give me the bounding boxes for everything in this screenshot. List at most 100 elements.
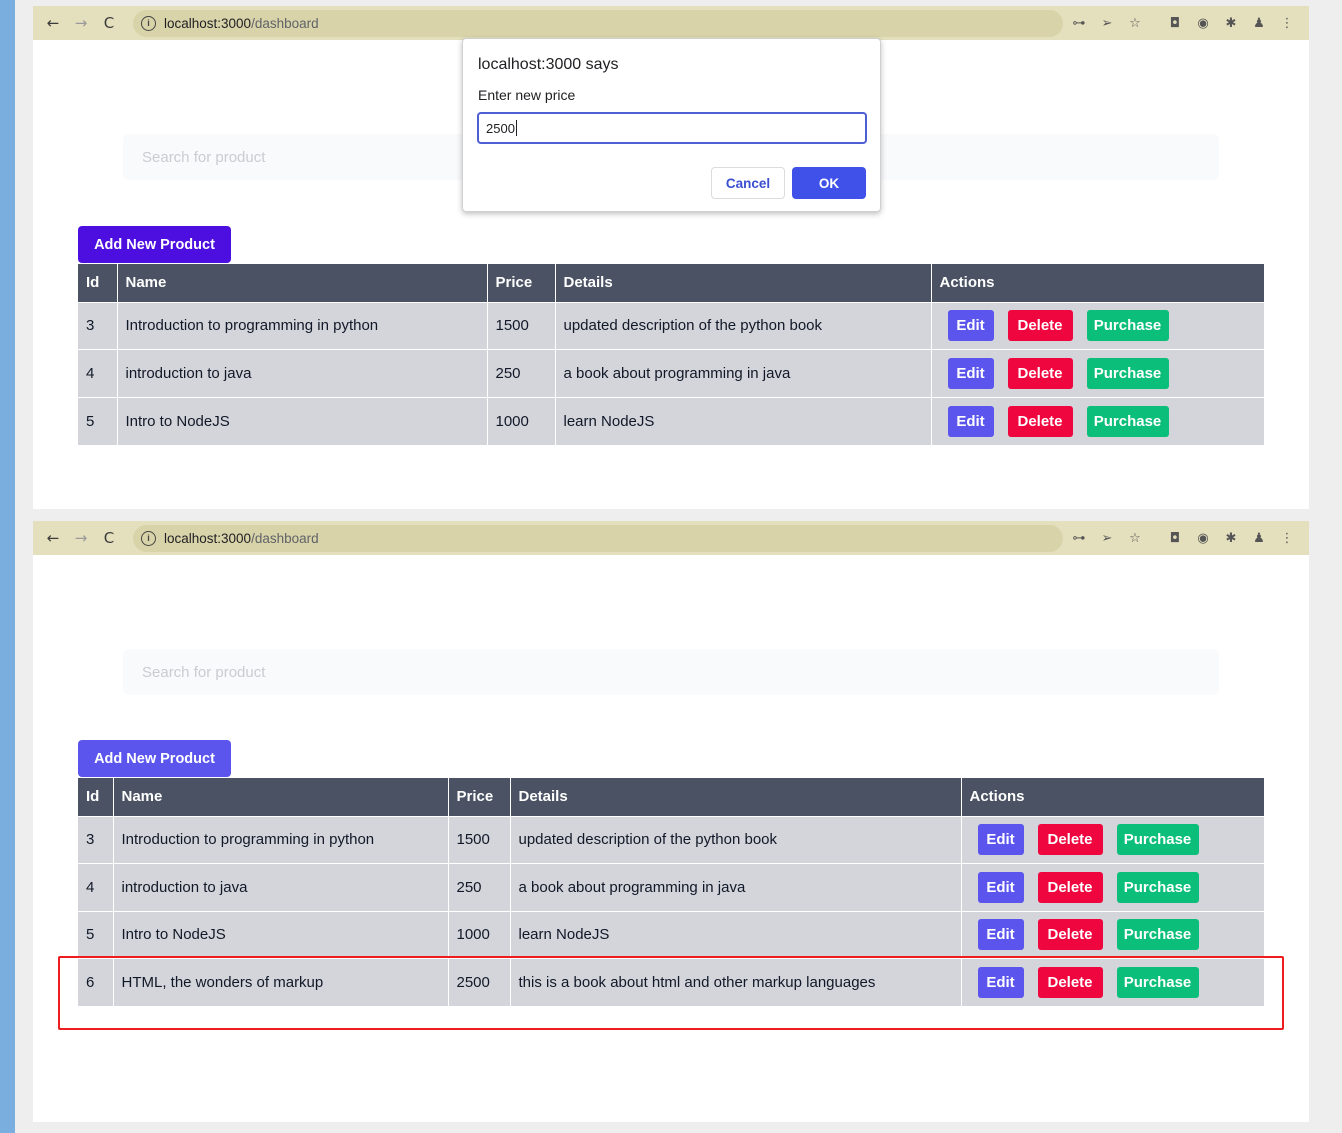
reload-icon[interactable]: C — [95, 524, 123, 552]
edit-button[interactable]: Edit — [977, 871, 1024, 903]
purchase-button[interactable]: Purchase — [1086, 310, 1169, 342]
screenshot-after: ← → C i localhost:3000/dashboard ⊶ ➢ ☆ ◘… — [33, 521, 1309, 1122]
extension-icon[interactable]: ◉ — [1191, 11, 1215, 35]
cell-details: learn NodeJS — [510, 910, 962, 959]
table-header-row: Id Name Price Details Actions — [78, 778, 1264, 816]
send-icon[interactable]: ➢ — [1095, 526, 1119, 550]
edit-button[interactable]: Edit — [947, 310, 994, 342]
profile-icon[interactable]: ♟ — [1247, 526, 1271, 550]
price-input[interactable]: 2500 — [477, 112, 867, 144]
edit-button[interactable]: Edit — [977, 967, 1024, 998]
edit-button[interactable]: Edit — [947, 405, 994, 437]
column-header-details: Details — [555, 264, 932, 302]
url-host: localhost:3000 — [164, 15, 252, 31]
purchase-button[interactable]: Purchase — [1116, 919, 1199, 951]
delete-button[interactable]: Delete — [1037, 871, 1103, 903]
cell-actions: Edit Delete Purchase — [931, 301, 1264, 350]
edit-button[interactable]: Edit — [977, 824, 1024, 856]
puzzle-icon[interactable]: ✱ — [1219, 11, 1243, 35]
reload-icon[interactable]: C — [95, 9, 123, 37]
puzzle-icon[interactable]: ✱ — [1219, 526, 1243, 550]
edit-button[interactable]: Edit — [947, 357, 994, 389]
cell-id: 5 — [78, 396, 118, 445]
products-table: Id Name Price Details Actions 3 Introduc… — [78, 264, 1264, 445]
cell-price: 250 — [448, 863, 511, 911]
cell-details: this is a book about html and other mark… — [510, 958, 962, 1006]
purchase-button[interactable]: Purchase — [1116, 871, 1199, 903]
cell-actions: Edit Delete Purchase — [931, 396, 1264, 445]
url-path: /dashboard — [251, 530, 319, 546]
delete-button[interactable]: Delete — [1037, 967, 1103, 998]
dialog-title: localhost:3000 says — [478, 56, 619, 73]
extension-icon[interactable]: ◉ — [1191, 526, 1215, 550]
delete-button[interactable]: Delete — [1037, 919, 1103, 951]
cell-actions: Edit Delete Purchase — [961, 958, 1264, 1006]
camera-icon[interactable]: ◘ — [1163, 11, 1187, 35]
cell-price: 1000 — [487, 396, 556, 445]
purchase-button[interactable]: Purchase — [1086, 357, 1169, 389]
search-input[interactable]: Search for product — [123, 649, 1219, 695]
edit-button[interactable]: Edit — [977, 919, 1024, 951]
table-row: 4 introduction to java 250 a book about … — [78, 863, 1264, 911]
add-new-product-button[interactable]: Add New Product — [78, 226, 231, 263]
column-header-price: Price — [487, 264, 556, 302]
star-icon[interactable]: ☆ — [1123, 526, 1147, 550]
add-new-product-button[interactable]: Add New Product — [78, 740, 231, 777]
cell-price: 1000 — [448, 910, 511, 959]
cell-name: Intro to NodeJS — [117, 396, 488, 445]
dialog-message: Enter new price — [478, 87, 576, 103]
info-icon[interactable]: i — [141, 15, 156, 31]
key-icon[interactable]: ⊶ — [1067, 11, 1091, 35]
cell-actions: Edit Delete Purchase — [961, 910, 1264, 959]
ok-button[interactable]: OK — [792, 167, 866, 199]
back-icon[interactable]: ← — [39, 524, 67, 552]
table-row: 3 Introduction to programming in python … — [78, 301, 1264, 350]
delete-button[interactable]: Delete — [1037, 824, 1103, 856]
cell-name: introduction to java — [117, 349, 488, 397]
prompt-dialog: localhost:3000 says Enter new price 2500… — [462, 38, 881, 212]
browser-toolbar: ← → C i localhost:3000/dashboard ⊶ ➢ ☆ ◘… — [33, 6, 1309, 40]
back-icon[interactable]: ← — [39, 9, 67, 37]
menu-icon[interactable]: ⋮ — [1275, 526, 1299, 550]
price-input-value: 2500 — [486, 120, 515, 136]
cancel-button[interactable]: Cancel — [711, 167, 785, 199]
cell-actions: Edit Delete Purchase — [961, 815, 1264, 864]
url-path: /dashboard — [251, 15, 319, 31]
forward-icon[interactable]: → — [67, 9, 95, 37]
column-header-name: Name — [117, 264, 488, 302]
key-icon[interactable]: ⊶ — [1067, 526, 1091, 550]
table-row: 4 introduction to java 250 a book about … — [78, 349, 1264, 397]
delete-button[interactable]: Delete — [1007, 357, 1073, 389]
delete-button[interactable]: Delete — [1007, 310, 1073, 342]
star-icon[interactable]: ☆ — [1123, 11, 1147, 35]
purchase-button[interactable]: Purchase — [1116, 824, 1199, 856]
cell-id: 5 — [78, 910, 114, 959]
cell-details: a book about programming in java — [555, 349, 932, 397]
left-stripe — [0, 0, 15, 1133]
cell-actions: Edit Delete Purchase — [961, 863, 1264, 911]
address-bar[interactable]: i localhost:3000/dashboard — [133, 524, 1063, 552]
column-header-id: Id — [78, 778, 114, 816]
column-header-actions: Actions — [961, 778, 1264, 816]
cell-actions: Edit Delete Purchase — [931, 349, 1264, 397]
cell-price: 250 — [487, 349, 556, 397]
table-row: 5 Intro to NodeJS 1000 learn NodeJS Edit… — [78, 910, 1264, 959]
forward-icon[interactable]: → — [67, 524, 95, 552]
cell-id: 4 — [78, 863, 114, 911]
toolbar-icons: ⊶ ➢ ☆ ◘ ◉ ✱ ♟ ⋮ — [1067, 526, 1299, 550]
cell-details: updated description of the python book — [510, 815, 962, 864]
camera-icon[interactable]: ◘ — [1163, 526, 1187, 550]
cell-name: Intro to NodeJS — [113, 910, 449, 959]
column-header-details: Details — [510, 778, 962, 816]
purchase-button[interactable]: Purchase — [1086, 405, 1169, 437]
cell-price: 2500 — [448, 958, 511, 1006]
address-bar[interactable]: i localhost:3000/dashboard — [133, 9, 1063, 37]
table-row: 5 Intro to NodeJS 1000 learn NodeJS Edit… — [78, 396, 1264, 445]
profile-icon[interactable]: ♟ — [1247, 11, 1271, 35]
purchase-button[interactable]: Purchase — [1116, 967, 1199, 998]
send-icon[interactable]: ➢ — [1095, 11, 1119, 35]
info-icon[interactable]: i — [141, 530, 156, 546]
menu-icon[interactable]: ⋮ — [1275, 11, 1299, 35]
delete-button[interactable]: Delete — [1007, 405, 1073, 437]
toolbar-icons: ⊶ ➢ ☆ ◘ ◉ ✱ ♟ ⋮ — [1067, 11, 1299, 35]
